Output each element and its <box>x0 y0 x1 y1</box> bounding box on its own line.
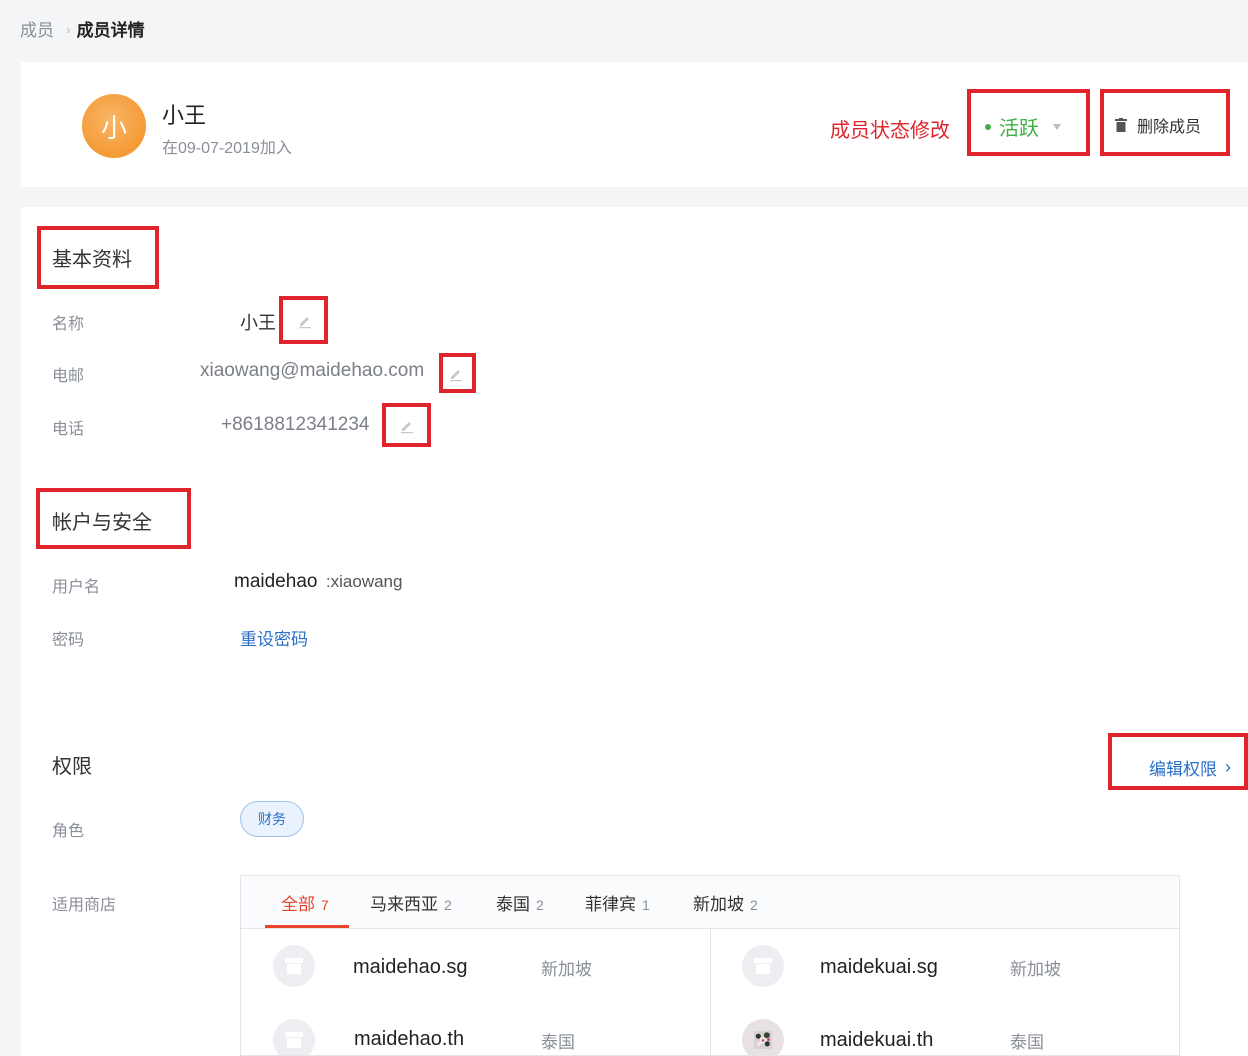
tab-count: 2 <box>536 897 544 913</box>
status-value: 活跃 <box>999 118 1039 140</box>
edit-phone-pencil-icon[interactable] <box>399 418 415 434</box>
stores-label: 适用商店 <box>52 897 117 914</box>
tab-count: 2 <box>444 897 452 913</box>
name-label: 名称 <box>52 316 85 333</box>
breadcrumb-current: 成员详情 <box>76 21 145 40</box>
username-label: 用户名 <box>52 579 101 596</box>
phone-label: 电话 <box>52 421 85 438</box>
store-panel: 全部 7 马来西亚 2 泰国 2 菲律宾 1 新加坡 2 maidehao.sg 新加坡 … <box>240 875 1180 1056</box>
breadcrumb: 成员 › 成员详情 <box>20 16 145 41</box>
store-name: maidehao.th <box>354 1028 465 1050</box>
store-country: 泰国 <box>1010 1033 1044 1052</box>
tab-count: 1 <box>642 897 650 913</box>
tab-label: 菲律宾 <box>585 895 636 914</box>
edit-permissions-label: 编辑权限 <box>1149 760 1217 779</box>
edit-email-pencil-icon[interactable] <box>448 366 464 382</box>
delete-member-label: 删除成员 <box>1137 119 1202 136</box>
store-name: maidehao.sg <box>353 956 468 978</box>
tab-malaysia[interactable]: 马来西亚 2 <box>370 890 452 915</box>
tab-count: 7 <box>321 897 329 913</box>
username-value: maidehao :xiaowang <box>234 571 402 593</box>
breadcrumb-root-link[interactable]: 成员 <box>20 16 54 41</box>
tab-label: 泰国 <box>496 895 530 914</box>
password-label: 密码 <box>52 632 85 649</box>
trash-icon <box>1115 118 1127 132</box>
reset-password-link[interactable]: 重设密码 <box>240 625 308 650</box>
username-suffix: :xiaowang <box>325 572 403 591</box>
caret-down-icon <box>1053 123 1061 130</box>
role-label: 角色 <box>52 823 85 840</box>
flower-photo-icon <box>742 1019 784 1055</box>
store-country: 新加坡 <box>1010 960 1061 979</box>
chevron-right-icon: › <box>66 20 71 37</box>
tab-philippines[interactable]: 菲律宾 1 <box>585 890 650 915</box>
delete-member-button[interactable]: 删除成员 <box>1115 113 1201 137</box>
store-tabs: 全部 7 马来西亚 2 泰国 2 菲律宾 1 新加坡 2 <box>241 876 1179 929</box>
store-icon <box>273 1019 315 1055</box>
store-icon <box>742 945 784 987</box>
tab-label: 全部 <box>281 895 315 914</box>
edit-permissions-link[interactable]: 编辑权限 › <box>1149 755 1231 780</box>
tab-singapore[interactable]: 新加坡 2 <box>693 890 758 915</box>
join-date: 在09-07-2019加入 <box>162 140 292 157</box>
name-value: 小王 <box>240 313 276 333</box>
tab-label: 马来西亚 <box>370 895 438 914</box>
active-tab-underline <box>265 925 349 928</box>
edit-name-pencil-icon[interactable] <box>297 313 313 329</box>
column-divider <box>710 928 711 1055</box>
phone-value: +8618812341234 <box>221 414 370 435</box>
chevron-right-icon: › <box>1225 757 1231 777</box>
avatar: 小 <box>82 94 146 158</box>
status-dot-icon <box>985 123 991 130</box>
store-icon <box>273 945 315 987</box>
email-value: xiaowang@maidehao.com <box>200 360 425 381</box>
email-label: 电邮 <box>52 368 85 385</box>
status-hint-annotation: 成员状态修改 <box>830 120 950 142</box>
store-name: maidekuai.sg <box>820 956 938 978</box>
tab-label: 新加坡 <box>693 895 744 914</box>
store-country: 泰国 <box>541 1033 575 1052</box>
section-title-permissions: 权限 <box>52 756 92 778</box>
status-dropdown[interactable]: 活跃 <box>985 112 1061 141</box>
section-title-basic: 基本资料 <box>52 249 132 271</box>
section-title-account: 帐户与安全 <box>52 512 152 534</box>
store-country: 新加坡 <box>541 960 592 979</box>
username-prefix: maidehao <box>234 571 318 592</box>
role-tag: 财务 <box>240 801 304 837</box>
tab-count: 2 <box>750 897 758 913</box>
store-name: maidekuai.th <box>820 1029 934 1051</box>
member-name: 小王 <box>162 103 207 128</box>
tab-all[interactable]: 全部 7 <box>281 890 329 915</box>
tab-thailand[interactable]: 泰国 2 <box>496 890 544 915</box>
